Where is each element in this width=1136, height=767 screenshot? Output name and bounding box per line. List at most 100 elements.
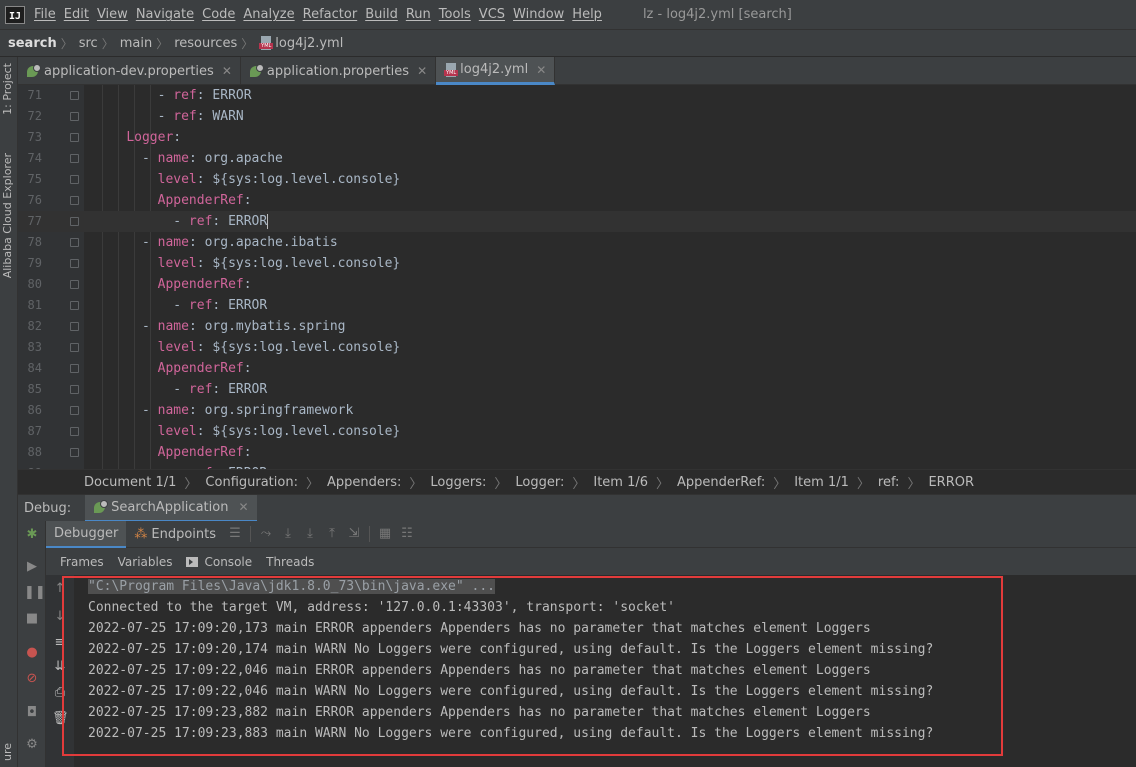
tab-variables[interactable]: Variables: [118, 555, 173, 569]
tab-debugger[interactable]: Debugger: [46, 520, 127, 548]
cloud-explorer-tool-button[interactable]: Alibaba Cloud Explorer: [1, 153, 14, 278]
code-line[interactable]: 87 level: ${sys:log.level.console}: [18, 421, 1136, 442]
code-line[interactable]: 79 level: ${sys:log.level.console}: [18, 253, 1136, 274]
tab-threads[interactable]: Threads: [266, 555, 314, 569]
tab-frames[interactable]: Frames: [60, 555, 104, 569]
structure-crumb[interactable]: Item 1/6: [593, 475, 648, 490]
bug-icon[interactable]: ✱: [24, 527, 40, 543]
fold-marker-icon[interactable]: [70, 217, 79, 226]
code-line[interactable]: 75 level: ${sys:log.level.console}: [18, 169, 1136, 190]
step-over-icon[interactable]: ⤓: [277, 524, 299, 544]
text-caret: [267, 214, 269, 229]
code-line[interactable]: 72 - ref: WARN: [18, 106, 1136, 127]
code-line[interactable]: 84 AppenderRef:: [18, 358, 1136, 379]
fold-marker-icon[interactable]: [70, 259, 79, 268]
structure-crumb[interactable]: Item 1/1: [794, 475, 849, 490]
fold-marker-icon[interactable]: [70, 238, 79, 247]
menu-code[interactable]: Code: [199, 7, 238, 22]
code-line[interactable]: 83 level: ${sys:log.level.console}: [18, 337, 1136, 358]
mute-breakpoints-icon[interactable]: ⊘: [24, 671, 40, 687]
close-icon[interactable]: ✕: [417, 64, 427, 78]
fold-marker-icon[interactable]: [70, 385, 79, 394]
step-out-icon[interactable]: ⤒: [321, 524, 343, 544]
menu-edit[interactable]: Edit: [61, 7, 92, 22]
code-line[interactable]: 82 - name: org.mybatis.spring: [18, 316, 1136, 337]
fold-marker-icon[interactable]: [70, 154, 79, 163]
menu-run[interactable]: Run: [403, 7, 434, 22]
evaluate-icon[interactable]: ▦: [374, 524, 396, 544]
fold-marker-icon[interactable]: [70, 448, 79, 457]
code-line[interactable]: 78 - name: org.apache.ibatis: [18, 232, 1136, 253]
resume-icon[interactable]: ▶: [24, 559, 40, 575]
menu-view[interactable]: View: [94, 7, 131, 22]
structure-crumb[interactable]: Document 1/1: [84, 475, 176, 490]
code-line[interactable]: 80 AppenderRef:: [18, 274, 1136, 295]
crumb-src[interactable]: src: [79, 36, 98, 51]
fold-marker-icon[interactable]: [70, 196, 79, 205]
crumb-resources[interactable]: resources: [174, 36, 237, 51]
tab-application-dev-properties[interactable]: application-dev.properties ✕: [18, 57, 241, 85]
close-icon[interactable]: ✕: [536, 63, 546, 77]
code-line[interactable]: 85 - ref: ERROR: [18, 379, 1136, 400]
menu-refactor[interactable]: Refactor: [300, 7, 361, 22]
structure-crumb[interactable]: ref:: [878, 475, 900, 490]
fold-marker-icon[interactable]: [70, 322, 79, 331]
structure-crumb[interactable]: Appenders:: [327, 475, 401, 490]
structure-crumb[interactable]: Logger:: [515, 475, 564, 490]
crumb-file[interactable]: log4j2.yml: [275, 36, 343, 51]
debug-session-tab[interactable]: SearchApplication ✕: [85, 494, 257, 522]
gear-icon[interactable]: ⚙: [24, 737, 40, 753]
structure-crumb[interactable]: Loggers:: [430, 475, 486, 490]
structure-crumb[interactable]: AppenderRef:: [677, 475, 765, 490]
code-line[interactable]: 81 - ref: ERROR: [18, 295, 1136, 316]
code-line[interactable]: 71 - ref: ERROR: [18, 85, 1136, 106]
crumb-project[interactable]: search: [8, 36, 57, 51]
crumb-main[interactable]: main: [120, 36, 152, 51]
fold-marker-icon[interactable]: [70, 175, 79, 184]
show-execution-point-icon[interactable]: ⤳: [255, 524, 277, 544]
code-line[interactable]: 86 - name: org.springframework: [18, 400, 1136, 421]
menu-file[interactable]: File: [31, 7, 59, 22]
run-to-cursor-icon[interactable]: ⇲: [343, 524, 365, 544]
menu-tools[interactable]: Tools: [436, 7, 474, 22]
tab-endpoints[interactable]: ⁂ Endpoints: [126, 521, 224, 548]
structure-tool-button[interactable]: ure: [1, 743, 14, 761]
yaml-separator: :: [243, 193, 252, 208]
step-into-icon[interactable]: ⤓: [299, 524, 321, 544]
fold-marker-icon[interactable]: [70, 91, 79, 100]
code-line[interactable]: 76 AppenderRef:: [18, 190, 1136, 211]
code-line[interactable]: 88 AppenderRef:: [18, 442, 1136, 463]
fold-marker-icon[interactable]: [70, 343, 79, 352]
menu-window[interactable]: Window: [510, 7, 567, 22]
stop-icon[interactable]: ■: [24, 611, 40, 627]
tab-console[interactable]: Console: [186, 555, 252, 569]
pause-icon[interactable]: ❚❚: [24, 585, 46, 601]
menu-help[interactable]: Help: [569, 7, 605, 22]
fold-marker-icon[interactable]: [70, 427, 79, 436]
close-icon[interactable]: ✕: [222, 64, 232, 78]
code-line[interactable]: 73 Logger:: [18, 127, 1136, 148]
tab-log4j2-yml[interactable]: YML log4j2.yml ✕: [436, 57, 556, 85]
camera-icon[interactable]: ◘: [24, 705, 40, 721]
menu-build[interactable]: Build: [362, 7, 401, 22]
breakpoints-icon[interactable]: ●: [24, 645, 40, 661]
menu-navigate[interactable]: Navigate: [133, 7, 197, 22]
layout-icon[interactable]: ☰: [224, 524, 246, 544]
fold-marker-icon[interactable]: [70, 301, 79, 310]
code-editor[interactable]: 71 - ref: ERROR 72 - ref: WARN 73 Logger: 7…: [18, 85, 1136, 469]
close-icon[interactable]: ✕: [238, 500, 248, 514]
fold-marker-icon[interactable]: [70, 112, 79, 121]
fold-marker-icon[interactable]: [70, 280, 79, 289]
fold-marker-icon[interactable]: [70, 133, 79, 142]
project-tool-button[interactable]: 1: Project: [1, 63, 14, 115]
structure-crumb[interactable]: Configuration:: [205, 475, 298, 490]
fold-marker-icon[interactable]: [70, 364, 79, 373]
code-line[interactable]: 77 - ref: ERROR: [18, 211, 1136, 232]
code-line[interactable]: 74 - name: org.apache: [18, 148, 1136, 169]
structure-crumb[interactable]: ERROR: [928, 475, 974, 490]
tab-application-properties[interactable]: application.properties ✕: [241, 57, 437, 85]
fold-marker-icon[interactable]: [70, 406, 79, 415]
menu-vcs[interactable]: VCS: [476, 7, 508, 22]
menu-analyze[interactable]: Analyze: [240, 7, 297, 22]
trace-icon[interactable]: ☷: [396, 524, 418, 544]
